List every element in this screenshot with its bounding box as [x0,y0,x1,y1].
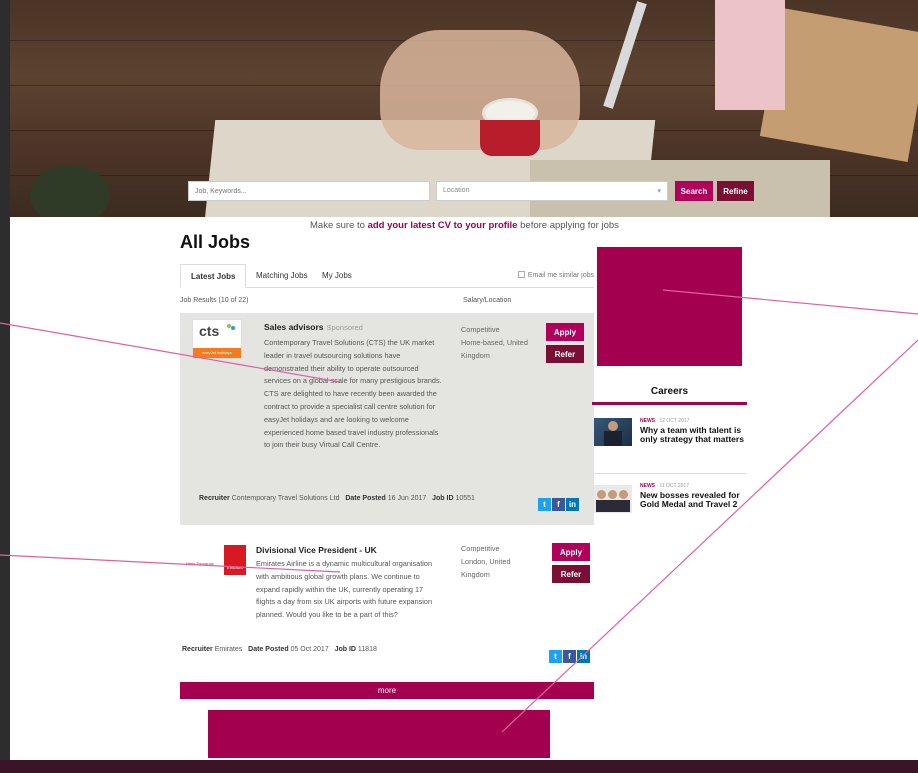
sponsored-badge: Sponsored [326,323,363,332]
twitter-icon[interactable]: t [538,498,551,511]
apply-button[interactable]: Apply [546,323,584,341]
job-card-sponsored[interactable]: cts easyJet holidays Sales advisors Spons… [180,313,594,525]
job-salary-location: Competitive Home-based, United Kingdom [461,324,531,362]
tab-matching-jobs[interactable]: Matching Jobs [246,264,318,288]
cv-notice: Make sure to add your latest CV to your … [310,220,619,231]
news-headline[interactable]: Why a team with talent is only strategy … [640,425,745,445]
facebook-icon[interactable]: f [563,650,576,663]
apply-button[interactable]: Apply [552,543,590,561]
refer-button[interactable]: Refer [546,345,584,363]
job-id: 10551 [455,495,475,502]
careers-divider [592,402,747,405]
recruiter-logo: Hello Tomorrow Emirates [186,541,246,581]
news-date: 12 OCT 2017 [659,418,690,424]
email-similar-jobs[interactable]: Email me similar jobs [517,264,594,288]
logo-text: cts [199,323,220,339]
share-buttons: t f in [548,646,590,663]
location-select-label: Location [443,187,470,194]
job-salary-location: Competitive London, United Kingdom [461,543,531,581]
recruiter-label: Recruiter [182,646,213,653]
news-headline[interactable]: New bosses revealed for Gold Medal and T… [640,490,745,510]
refine-button[interactable]: Refine [717,181,754,201]
keyword-input[interactable] [188,181,430,201]
news-tag: NEWS · 12 OCT 2017 [640,418,690,424]
recruiter-name: Contemporary Travel Solutions Ltd [231,495,340,502]
job-card[interactable]: Hello Tomorrow Emirates Divisional Vice … [180,535,594,665]
cv-notice-prefix: Make sure to [310,220,368,231]
tab-my-jobs[interactable]: My Jobs [312,264,362,288]
results-header: Job Results (10 of 22) Salary/Location [180,297,594,304]
chevron-down-icon: ▾ [657,188,661,195]
job-description: Emirates Airline is a dynamic multicultu… [256,559,433,620]
email-similar-label: Email me similar jobs [527,272,594,279]
news-date: 11 OCT 2017 [659,483,690,489]
news-tag: NEWS · 11 OCT 2017 [640,483,690,489]
ad-placeholder-right [597,247,742,366]
add-cv-link[interactable]: add your latest CV to your profile [368,220,518,231]
facebook-icon[interactable]: f [552,498,565,511]
job-id-label: Job ID [334,646,356,653]
recruiter-label: Recruiter [199,495,230,502]
location-select[interactable]: Location ▾ [436,181,668,201]
job-id: 11818 [357,646,377,653]
linkedin-icon[interactable]: in [577,650,590,663]
date-posted-label: Date Posted [345,495,386,502]
job-location: London, United Kingdom [461,556,511,579]
job-meta: Recruiter Emirates Date Posted 05 Oct 20… [182,646,377,653]
date-posted-label: Date Posted [248,646,289,653]
twitter-icon[interactable]: t [549,650,562,663]
linkedin-icon[interactable]: in [566,498,579,511]
news-item[interactable]: NEWS · 12 OCT 2017 Why a team with talen… [594,418,749,470]
email-similar-checkbox[interactable] [517,271,525,278]
logo-subtext: Emirates [224,545,246,575]
careers-title: Careers [650,386,689,397]
news-tag-label: NEWS [640,483,655,489]
job-description: Contemporary Travel Solutions (CTS) the … [264,338,442,450]
page: Location ▾ Search Refine Make sure to ad… [10,0,918,760]
ad-placeholder-bottom [208,710,550,758]
tab-latest-jobs[interactable]: Latest Jobs [180,264,247,288]
news-item[interactable]: NEWS · 11 OCT 2017 New bosses revealed f… [594,483,749,525]
search-button[interactable]: Search [675,181,713,201]
page-title: All Jobs [180,232,251,252]
news-thumbnail [594,485,632,513]
cv-notice-suffix: before applying for jobs [517,220,619,231]
job-salary: Competitive [461,325,500,334]
job-title-text: Divisional Vice President - UK [256,545,377,555]
date-posted: 16 Jun 2017 [387,495,427,502]
job-id-label: Job ID [432,495,454,502]
refer-button[interactable]: Refer [552,565,590,583]
news-tag-label: NEWS [640,418,655,424]
date-posted: 05 Oct 2017 [290,646,329,653]
job-title[interactable]: Sales advisors Sponsored [264,322,363,332]
logo-subtext: easyJet holidays [193,348,241,358]
recruiter-name: Emirates [214,646,243,653]
job-title-text: Sales advisors [264,322,324,332]
job-salary: Competitive [461,544,500,553]
salary-location-header: Salary/Location [463,297,512,304]
news-divider [594,473,746,474]
job-title[interactable]: Divisional Vice President - UK [256,545,377,555]
results-count: Job Results (10 of 22) [180,297,249,304]
logo-text: Hello Tomorrow [186,561,214,566]
footer-bar [0,760,918,773]
job-tabs: Latest Jobs Matching Jobs My Jobs Email … [180,264,594,288]
share-buttons: t f in [537,494,579,511]
job-meta: Recruiter Contemporary Travel Solutions … [199,495,475,502]
recruiter-logo: cts easyJet holidays [192,319,242,359]
more-jobs-button[interactable]: more [180,682,594,699]
hero-image: Location ▾ Search Refine [10,0,918,217]
news-thumbnail [594,418,632,446]
job-location: Home-based, United Kingdom [461,337,528,360]
